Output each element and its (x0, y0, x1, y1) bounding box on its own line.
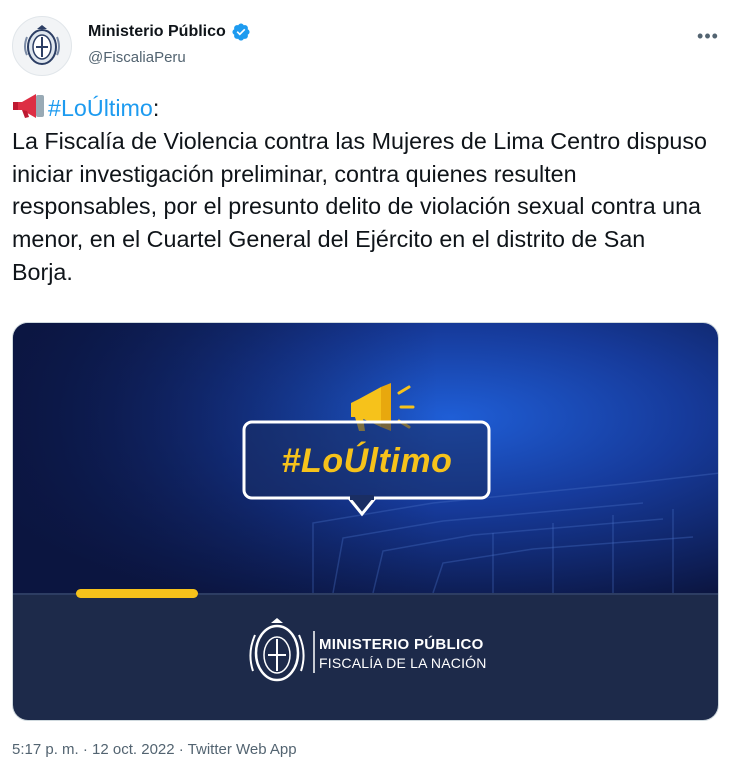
media-logo-subtitle: FISCALÍA DE LA NACIÓN (319, 655, 487, 671)
avatar[interactable] (12, 16, 72, 76)
hashtag-suffix: : (152, 95, 160, 121)
verified-badge-icon (232, 23, 250, 41)
author-handle[interactable]: @FiscaliaPeru (88, 49, 186, 66)
tweet-text: #LoÚltimo: La Fiscalía de Violencia cont… (12, 92, 712, 289)
author-name-row[interactable]: Ministerio Público (88, 22, 251, 42)
more-options-icon[interactable]: ••• (696, 24, 720, 48)
tweet-header: Ministerio Público @FiscaliaPeru ••• (12, 14, 724, 78)
hashtag-link[interactable]: #LoÚltimo (48, 95, 153, 121)
media-hashtag-text: #LoÚltimo (281, 442, 453, 480)
tweet-body: La Fiscalía de Violencia contra las Muje… (12, 127, 707, 285)
crest-icon (24, 25, 60, 65)
megaphone-icon (13, 94, 44, 118)
media-logo-title: MINISTERIO PÚBLICO (319, 636, 484, 653)
tweet-timestamp[interactable]: 5:17 p. m. · 12 oct. 2022 · Twitter Web … (12, 741, 297, 758)
author-name[interactable]: Ministerio Público (88, 23, 226, 41)
media-image[interactable]: #LoÚltimo MINISTERIO PÚBLICO FISCALÍA DE… (12, 322, 719, 721)
